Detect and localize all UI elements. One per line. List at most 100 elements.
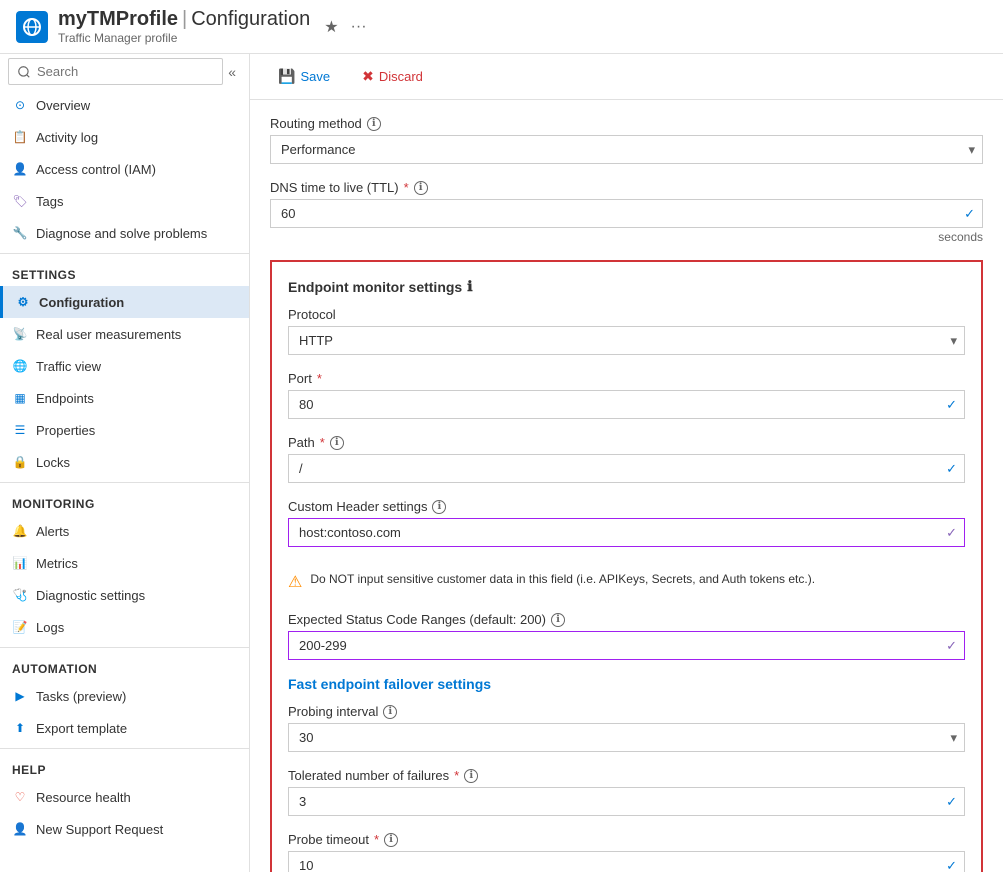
save-icon: 💾 — [278, 68, 295, 85]
expected-status-label: Expected Status Code Ranges (default: 20… — [288, 612, 965, 627]
expected-status-group: Expected Status Code Ranges (default: 20… — [288, 612, 965, 660]
endpoints-icon: ▦ — [12, 390, 28, 406]
real-user-icon: 📡 — [12, 326, 28, 342]
sidebar-item-properties[interactable]: ☰ Properties — [0, 414, 249, 446]
support-icon: 👤 — [12, 821, 28, 837]
endpoint-monitor-title: Endpoint monitor settings ℹ — [288, 278, 965, 295]
more-actions-button[interactable]: ··· — [349, 16, 369, 38]
sidebar-item-configuration-label: Configuration — [39, 295, 124, 310]
dns-ttl-input-wrapper: ✓ — [270, 199, 983, 228]
routing-method-info-icon[interactable]: ℹ — [367, 117, 381, 131]
sidebar-item-real-user-label: Real user measurements — [36, 327, 181, 342]
sidebar-item-tags[interactable]: 🏷 Tags — [0, 185, 249, 217]
port-required: * — [317, 371, 322, 386]
page-title: Configuration — [191, 8, 310, 31]
metrics-icon: 📊 — [12, 555, 28, 571]
routing-method-label: Routing method ℹ — [270, 116, 983, 131]
protocol-group: Protocol HTTP HTTPS TCP ▾ — [288, 307, 965, 355]
sidebar-item-endpoints[interactable]: ▦ Endpoints — [0, 382, 249, 414]
sidebar-item-real-user[interactable]: 📡 Real user measurements — [0, 318, 249, 350]
probe-timeout-input-wrapper: ✓ — [288, 851, 965, 872]
probing-interval-group: Probing interval ℹ 30 10 ▾ — [288, 704, 965, 752]
content-area: Routing method ℹ Performance Weighted Pr… — [250, 100, 1003, 872]
custom-header-info-icon[interactable]: ℹ — [432, 500, 446, 514]
tags-icon: 🏷 — [12, 193, 28, 209]
path-label: Path * ℹ — [288, 435, 965, 450]
sidebar-item-access-control-label: Access control (IAM) — [36, 162, 156, 177]
sidebar-item-diagnose[interactable]: 🔧 Diagnose and solve problems — [0, 217, 249, 249]
dns-ttl-suffix: seconds — [270, 230, 983, 244]
port-input-wrapper: ✓ — [288, 390, 965, 419]
divider-automation — [0, 647, 249, 648]
sidebar-item-diagnose-label: Diagnose and solve problems — [36, 226, 207, 241]
settings-section-header: Settings — [0, 258, 249, 286]
sidebar-item-export[interactable]: ⬆ Export template — [0, 712, 249, 744]
sidebar-item-locks[interactable]: 🔒 Locks — [0, 446, 249, 478]
sidebar-item-traffic-view-label: Traffic view — [36, 359, 101, 374]
expected-status-info-icon[interactable]: ℹ — [551, 613, 565, 627]
sidebar-item-overview[interactable]: ⊙ Overview — [0, 89, 249, 121]
sidebar-item-diagnostic[interactable]: 🩺 Diagnostic settings — [0, 579, 249, 611]
sidebar-item-metrics[interactable]: 📊 Metrics — [0, 547, 249, 579]
save-button[interactable]: 💾 Save — [270, 64, 338, 89]
main-content: 💾 Save ✖ Discard Routing method ℹ Perfor… — [250, 54, 1003, 872]
sidebar-item-access-control[interactable]: 👤 Access control (IAM) — [0, 153, 249, 185]
sidebar-item-export-label: Export template — [36, 721, 127, 736]
probe-timeout-required: * — [374, 832, 379, 847]
routing-method-select[interactable]: Performance Weighted Priority Geographic… — [270, 135, 983, 164]
sidebar-item-tasks-label: Tasks (preview) — [36, 689, 126, 704]
probe-timeout-info-icon[interactable]: ℹ — [384, 833, 398, 847]
expected-status-input-wrapper: ✓ — [288, 631, 965, 660]
endpoint-monitor-info-icon[interactable]: ℹ — [467, 278, 472, 295]
collapse-button[interactable]: « — [223, 59, 241, 85]
search-row: « — [0, 54, 249, 89]
routing-method-select-wrapper: Performance Weighted Priority Geographic… — [270, 135, 983, 164]
overview-icon: ⊙ — [12, 97, 28, 113]
sidebar-item-configuration[interactable]: ⚙ Configuration — [0, 286, 249, 318]
app-icon — [16, 11, 48, 43]
tolerated-failures-required: * — [454, 768, 459, 783]
sidebar-item-tasks[interactable]: ▶ Tasks (preview) — [0, 680, 249, 712]
path-input-wrapper: ✓ — [288, 454, 965, 483]
probing-interval-select[interactable]: 30 10 — [288, 723, 965, 752]
tolerated-failures-input-wrapper: ✓ — [288, 787, 965, 816]
export-icon: ⬆ — [12, 720, 28, 736]
protocol-select[interactable]: HTTP HTTPS TCP — [288, 326, 965, 355]
monitoring-section-header: Monitoring — [0, 487, 249, 515]
sidebar-item-resource-health[interactable]: ♡ Resource health — [0, 781, 249, 813]
help-section-header: Help — [0, 753, 249, 781]
search-input[interactable] — [8, 58, 223, 85]
iam-icon: 👤 — [12, 161, 28, 177]
tasks-icon: ▶ — [12, 688, 28, 704]
tolerated-failures-group: Tolerated number of failures * ℹ ✓ — [288, 768, 965, 816]
path-input[interactable] — [288, 454, 965, 483]
probing-interval-label: Probing interval ℹ — [288, 704, 965, 719]
custom-header-input[interactable] — [288, 518, 965, 547]
tolerated-failures-info-icon[interactable]: ℹ — [464, 769, 478, 783]
sidebar-item-logs[interactable]: 📝 Logs — [0, 611, 249, 643]
routing-method-group: Routing method ℹ Performance Weighted Pr… — [270, 116, 983, 164]
sidebar-item-traffic-view[interactable]: 🌐 Traffic view — [0, 350, 249, 382]
probing-interval-info-icon[interactable]: ℹ — [383, 705, 397, 719]
sidebar-item-activity-log[interactable]: 📋 Activity log — [0, 121, 249, 153]
diagnose-icon: 🔧 — [12, 225, 28, 241]
dns-ttl-label: DNS time to live (TTL) * ℹ — [270, 180, 983, 195]
path-info-icon[interactable]: ℹ — [330, 436, 344, 450]
dns-ttl-required: * — [404, 180, 409, 195]
discard-button[interactable]: ✖ Discard — [354, 64, 431, 89]
header-subtitle: Traffic Manager profile — [58, 31, 310, 45]
warning-text: Do NOT input sensitive customer data in … — [310, 571, 815, 588]
tolerated-failures-input[interactable] — [288, 787, 965, 816]
dns-ttl-input[interactable] — [270, 199, 983, 228]
port-input[interactable] — [288, 390, 965, 419]
dns-ttl-group: DNS time to live (TTL) * ℹ ✓ seconds — [270, 180, 983, 244]
expected-status-input[interactable] — [288, 631, 965, 660]
sidebar-item-locks-label: Locks — [36, 455, 70, 470]
favorite-button[interactable]: ★ — [322, 15, 340, 39]
sidebar-item-tags-label: Tags — [36, 194, 63, 209]
sidebar-item-support[interactable]: 👤 New Support Request — [0, 813, 249, 845]
dns-ttl-info-icon[interactable]: ℹ — [414, 181, 428, 195]
probe-timeout-input[interactable] — [288, 851, 965, 872]
logs-icon: 📝 — [12, 619, 28, 635]
sidebar-item-alerts[interactable]: 🔔 Alerts — [0, 515, 249, 547]
